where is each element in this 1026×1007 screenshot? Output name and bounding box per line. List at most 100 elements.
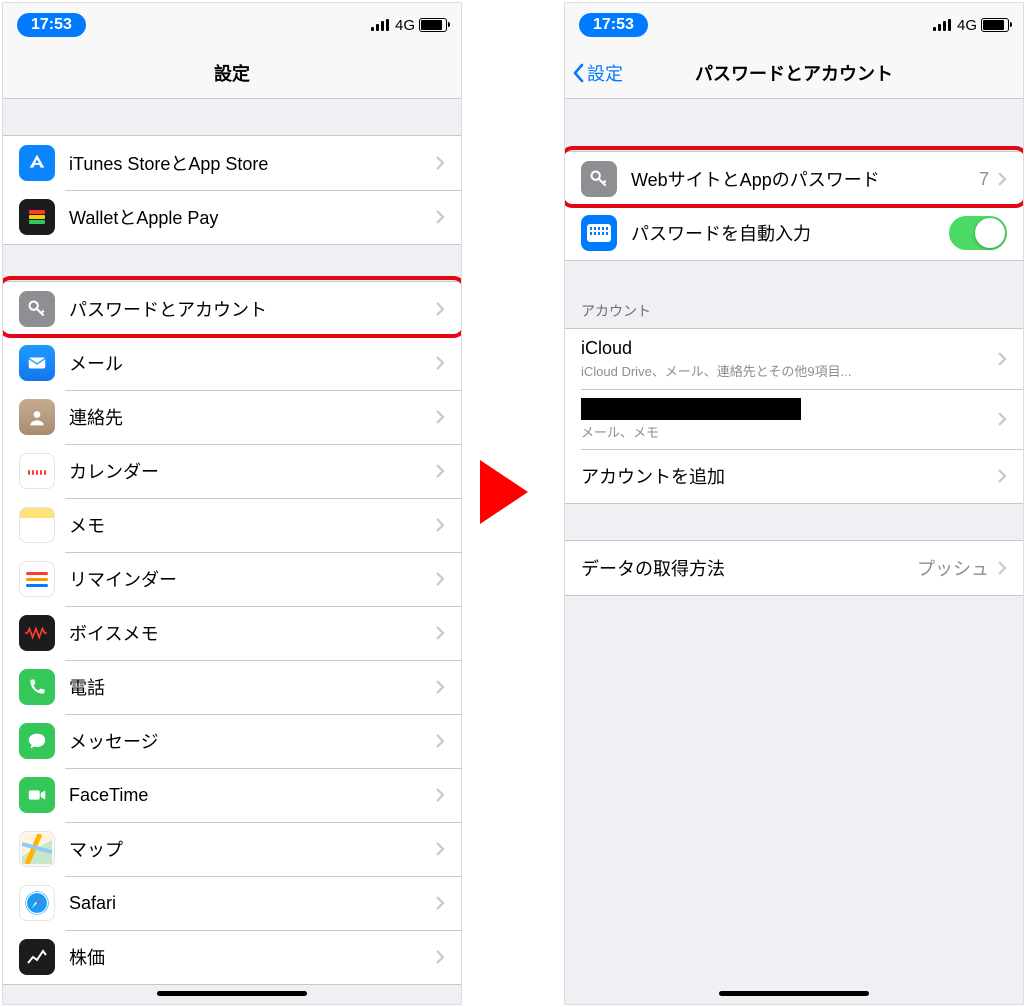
status-indicators: 4G bbox=[933, 17, 1009, 34]
row-autofill-passwords[interactable]: パスワードを自動入力 bbox=[565, 206, 1023, 260]
row-fetch-new-data[interactable]: データの取得方法 プッシュ bbox=[565, 541, 1023, 595]
key-icon bbox=[581, 161, 617, 197]
row-account-redacted[interactable]: メール、メモ bbox=[565, 389, 1023, 449]
key-icon bbox=[19, 291, 55, 327]
section-accounts: iCloud iCloud Drive、メール、連絡先とその他9項目... メー… bbox=[565, 328, 1023, 504]
chevron-right-icon bbox=[997, 351, 1007, 367]
section-fetch: データの取得方法 プッシュ bbox=[565, 540, 1023, 596]
section-header-accounts: アカウント bbox=[565, 295, 1023, 328]
row-label: 連絡先 bbox=[69, 404, 435, 430]
row-label: FaceTime bbox=[69, 785, 435, 806]
chevron-right-icon bbox=[435, 409, 445, 425]
row-contacts[interactable]: 連絡先 bbox=[3, 390, 461, 444]
facetime-icon bbox=[19, 777, 55, 813]
row-label: WalletとApple Pay bbox=[69, 204, 435, 230]
chevron-right-icon bbox=[435, 733, 445, 749]
safari-icon bbox=[19, 885, 55, 921]
row-calendar[interactable]: カレンダー bbox=[3, 444, 461, 498]
messages-icon bbox=[19, 723, 55, 759]
page-title: 設定 bbox=[214, 60, 250, 86]
row-account-icloud[interactable]: iCloud iCloud Drive、メール、連絡先とその他9項目... bbox=[565, 329, 1023, 389]
back-button[interactable]: 設定 bbox=[571, 47, 623, 98]
chevron-right-icon bbox=[997, 411, 1007, 427]
chevron-right-icon bbox=[435, 625, 445, 641]
chevron-right-icon bbox=[435, 155, 445, 171]
section-store: iTunes StoreとApp Store WalletとApple Pay bbox=[3, 135, 461, 245]
row-facetime[interactable]: FaceTime bbox=[3, 768, 461, 822]
row-wallet[interactable]: WalletとApple Pay bbox=[3, 190, 461, 244]
network-label: 4G bbox=[395, 17, 415, 34]
row-itunes-appstore[interactable]: iTunes StoreとApp Store bbox=[3, 136, 461, 190]
chevron-right-icon bbox=[997, 468, 1007, 484]
reminders-icon bbox=[19, 561, 55, 597]
chevron-right-icon bbox=[435, 949, 445, 965]
battery-icon bbox=[981, 18, 1009, 32]
account-sub: メール、メモ bbox=[581, 422, 997, 441]
row-voicememos[interactable]: ボイスメモ bbox=[3, 606, 461, 660]
chevron-right-icon bbox=[435, 355, 445, 371]
phone-icon bbox=[19, 669, 55, 705]
chevron-right-icon bbox=[435, 841, 445, 857]
notes-icon bbox=[19, 507, 55, 543]
row-label: メール bbox=[69, 350, 435, 376]
chevron-right-icon bbox=[435, 571, 445, 587]
account-title: iCloud bbox=[581, 338, 997, 359]
row-messages[interactable]: メッセージ bbox=[3, 714, 461, 768]
network-label: 4G bbox=[957, 17, 977, 34]
row-mail[interactable]: メール bbox=[3, 336, 461, 390]
wallet-icon bbox=[19, 199, 55, 235]
row-detail-value: プッシュ bbox=[917, 555, 989, 581]
section-main: パスワードとアカウント メール 連絡先 bbox=[3, 281, 461, 985]
row-label: カレンダー bbox=[69, 458, 435, 484]
chevron-right-icon bbox=[435, 301, 445, 317]
signal-icon bbox=[371, 19, 391, 31]
status-indicators: 4G bbox=[371, 17, 447, 34]
row-label: 株価 bbox=[69, 944, 435, 970]
home-indicator[interactable] bbox=[719, 991, 869, 996]
status-bar: 17:53 4G bbox=[3, 3, 461, 47]
row-safari[interactable]: Safari bbox=[3, 876, 461, 930]
row-label: パスワードを自動入力 bbox=[631, 220, 949, 246]
voicememo-icon bbox=[19, 615, 55, 651]
mail-icon bbox=[19, 345, 55, 381]
chevron-right-icon bbox=[997, 560, 1007, 576]
phone-right-passwords: 17:53 4G 設定 パスワードとアカウント WebサイトとAppのパスワード… bbox=[564, 2, 1024, 1005]
row-website-app-passwords[interactable]: WebサイトとAppのパスワード 7 bbox=[565, 152, 1023, 206]
row-passwords-accounts[interactable]: パスワードとアカウント bbox=[3, 282, 461, 336]
section-passwords: WebサイトとAppのパスワード 7 パスワードを自動入力 bbox=[565, 151, 1023, 261]
nav-header: 設定 パスワードとアカウント bbox=[565, 47, 1023, 99]
row-reminders[interactable]: リマインダー bbox=[3, 552, 461, 606]
row-notes[interactable]: メモ bbox=[3, 498, 461, 552]
toggle-autofill[interactable] bbox=[949, 216, 1007, 250]
row-label: データの取得方法 bbox=[581, 555, 917, 581]
row-phone[interactable]: 電話 bbox=[3, 660, 461, 714]
maps-icon bbox=[19, 831, 55, 867]
page-title: パスワードとアカウント bbox=[695, 60, 893, 86]
row-label: メモ bbox=[69, 512, 435, 538]
row-add-account[interactable]: アカウントを追加 bbox=[565, 449, 1023, 503]
row-detail-count: 7 bbox=[979, 169, 989, 190]
row-label: 電話 bbox=[69, 674, 435, 700]
signal-icon bbox=[933, 19, 953, 31]
home-indicator[interactable] bbox=[157, 991, 307, 996]
chevron-right-icon bbox=[435, 209, 445, 225]
row-maps[interactable]: マップ bbox=[3, 822, 461, 876]
arrow-right-icon bbox=[480, 460, 528, 524]
nav-header: 設定 bbox=[3, 47, 461, 99]
chevron-right-icon bbox=[435, 517, 445, 533]
battery-icon bbox=[419, 18, 447, 32]
row-label: ボイスメモ bbox=[69, 620, 435, 646]
appstore-icon bbox=[19, 145, 55, 181]
row-label: WebサイトとAppのパスワード bbox=[631, 166, 979, 192]
status-time: 17:53 bbox=[17, 13, 86, 37]
row-label: Safari bbox=[69, 893, 435, 914]
row-stocks[interactable]: 株価 bbox=[3, 930, 461, 984]
chevron-right-icon bbox=[435, 679, 445, 695]
row-label: メッセージ bbox=[69, 728, 435, 754]
keyboard-icon bbox=[581, 215, 617, 251]
chevron-right-icon bbox=[435, 895, 445, 911]
contacts-icon bbox=[19, 399, 55, 435]
chevron-right-icon bbox=[997, 171, 1007, 187]
calendar-icon bbox=[19, 453, 55, 489]
row-label: パスワードとアカウント bbox=[69, 296, 435, 322]
